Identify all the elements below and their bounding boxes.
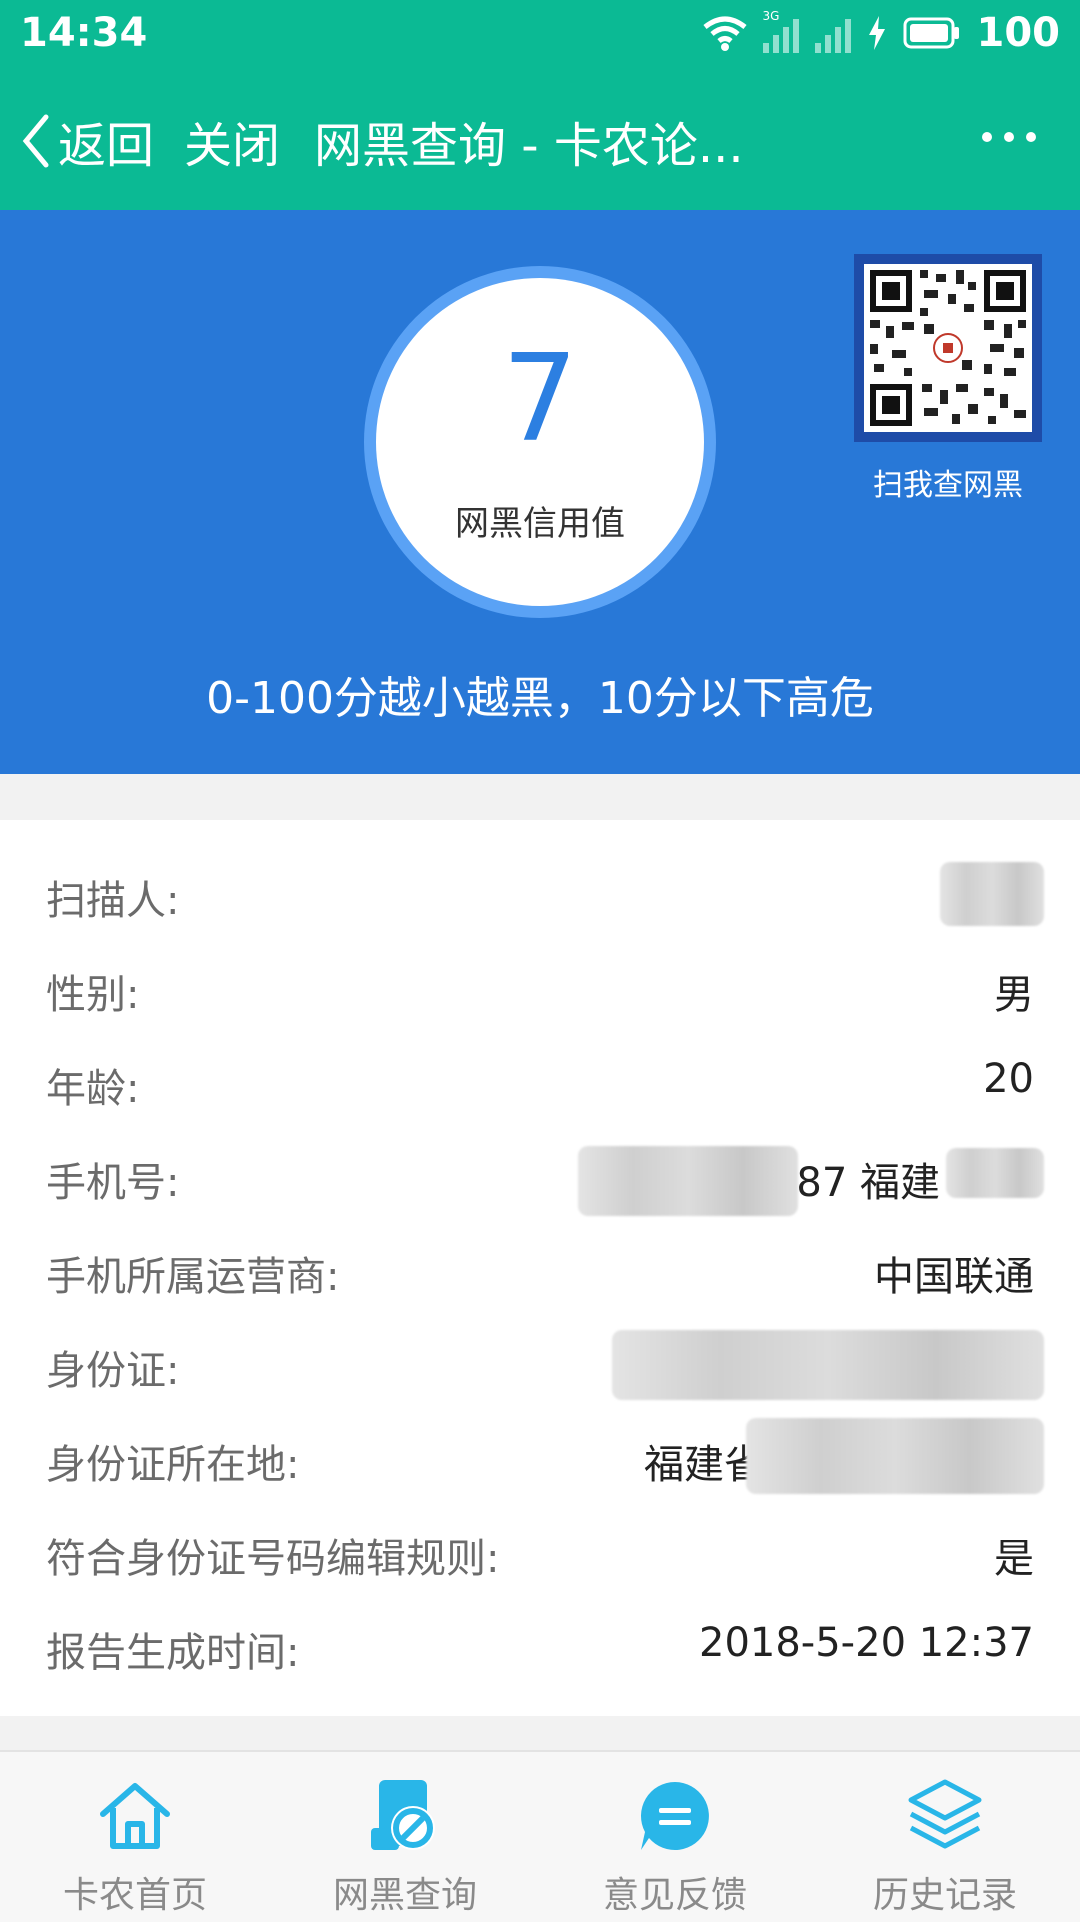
redacted-scanner [940,862,1044,926]
charging-icon [868,16,885,50]
tab-label: 历史记录 [872,1875,1017,1916]
status-time: 14:34 [20,10,148,56]
info-row-id-location: 身份证所在地: 福建省 [0,1418,1080,1498]
info-row-id-valid: 符合身份证号码编辑规则: 是 [0,1512,1080,1592]
info-row-gender: 性别: 男 [0,948,1080,1028]
redacted-phone [578,1146,798,1216]
credit-score-value: 7 [501,330,579,469]
info-label: 手机号: [46,1160,180,1206]
network-type-label: 3G [762,9,780,23]
info-row-report-time: 报告生成时间: 2018-5-20 12:37 [0,1606,1080,1686]
info-label: 手机所属运营商: [46,1254,340,1300]
feedback-icon [641,1782,709,1850]
credit-score-label: 网黑信用值 [455,504,625,544]
history-layers-icon [908,1779,982,1849]
qr-code[interactable] [854,254,1042,442]
signal-3g-icon: 3G [762,9,799,53]
redacted-id-location [746,1418,1044,1494]
info-value: 2018-5-20 12:37 [699,1620,1034,1666]
info-label: 报告生成时间: [46,1630,300,1676]
info-label: 年龄: [46,1066,140,1112]
info-value: 中国联通 [874,1254,1034,1300]
redacted-phone-region [946,1148,1044,1198]
info-value: 男 [994,972,1034,1018]
info-label: 性别: [46,972,140,1018]
info-row-age: 年龄: 20 [0,1042,1080,1122]
info-value: 是 [994,1536,1034,1582]
blacklist-query-icon [371,1780,435,1850]
qr-caption: 扫我查网黑 [873,468,1023,503]
redacted-id-card [612,1330,1044,1400]
tab-label: 网黑查询 [332,1875,477,1916]
report-details-card: 扫描人: 性别: 男 年龄: 20 手机号: 87 福建 手机所属运营商: 中国… [0,820,1080,1716]
more-menu-icon[interactable] [982,132,1036,142]
info-row-carrier: 手机所属运营商: 中国联通 [0,1230,1080,1310]
navigation-bar: 返回 关闭 网黑查询 - 卡农论... [0,66,1080,210]
tab-blacklist-query[interactable]: 网黑查询 [270,1752,540,1922]
info-label: 符合身份证号码编辑规则: [46,1536,500,1582]
status-icons: 3G 100 [702,9,1061,56]
score-ring: 7 网黑信用值 [364,266,716,618]
info-value: 87 福建 [796,1160,940,1206]
back-label: 返回 [58,118,155,174]
chevron-left-icon [22,114,49,168]
tab-feedback[interactable]: 意见反馈 [540,1752,810,1922]
credit-score-header: 7 网黑信用值 扫我查网黑 0-100分越小越黑，10分以下高危 [0,210,1080,774]
page-title: 网黑查询 - 卡农论... [314,118,744,174]
back-button[interactable]: 返回 [20,106,154,176]
tab-history[interactable]: 历史记录 [810,1752,1080,1922]
tab-home[interactable]: 卡农首页 [0,1752,270,1922]
score-circle: 7 网黑信用值 [376,278,704,606]
bottom-tab-bar: 卡农首页 网黑查询 意见反馈 历史记录 [0,1750,1080,1922]
battery-icon [903,17,959,49]
info-row-scanner: 扫描人: [0,854,1080,934]
score-scale-note: 0-100分越小越黑，10分以下高危 [206,673,874,724]
tab-label: 卡农首页 [62,1875,207,1916]
info-label: 身份证所在地: [46,1442,300,1488]
signal-icon [814,13,851,53]
info-label: 扫描人: [46,878,180,924]
info-row-phone: 手机号: 87 福建 [0,1136,1080,1216]
info-value: 20 [983,1056,1034,1102]
info-label: 身份证: [46,1348,180,1394]
wifi-icon [702,16,747,51]
close-button[interactable]: 关闭 [184,106,280,176]
status-bar: 14:34 3G 100 [0,0,1080,66]
battery-level: 100 [976,10,1061,56]
tab-label: 意见反馈 [602,1875,747,1916]
qr-code-image [870,270,1026,426]
info-row-id-card: 身份证: [0,1324,1080,1404]
home-icon [100,1783,170,1849]
